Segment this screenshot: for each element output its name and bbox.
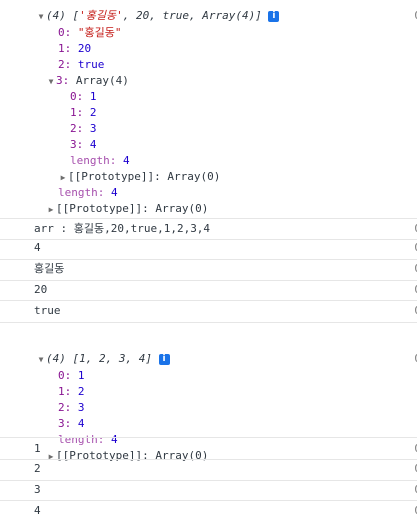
divider xyxy=(0,500,417,501)
divider xyxy=(0,218,417,219)
collapse-triangle-icon[interactable]: ▶ xyxy=(46,201,56,219)
console-message: 3 xyxy=(34,483,41,496)
divider xyxy=(0,437,417,438)
prototype-row[interactable]: ▶ [[Prototype]]: Array(0) xyxy=(46,447,209,466)
array-summary-row[interactable]: ▼ (4) [1, 2, 3, 4] i xyxy=(36,350,170,368)
prototype-row[interactable]: ▶ [[Prototype]]: Array(0) xyxy=(46,200,209,219)
info-icon[interactable]: i xyxy=(268,10,280,22)
divider xyxy=(0,322,417,323)
info-icon[interactable]: i xyxy=(158,353,170,365)
divider xyxy=(0,280,417,281)
array-summary-row[interactable]: ▼ (4) ['홍길동', 20, true, Array(4)] i xyxy=(36,7,280,26)
console-message: true xyxy=(34,304,61,317)
divider xyxy=(0,239,417,240)
expand-triangle-icon[interactable]: ▼ xyxy=(36,351,46,369)
console-message: 1 xyxy=(34,442,41,455)
collapse-triangle-icon[interactable]: ▶ xyxy=(46,448,56,466)
expand-triangle-icon[interactable]: ▼ xyxy=(46,73,56,91)
expand-triangle-icon[interactable]: ▼ xyxy=(36,8,46,26)
console-message: arr : 홍길동,20,true,1,2,3,4 xyxy=(34,222,211,235)
console-message: 4 xyxy=(34,504,41,517)
divider xyxy=(0,480,417,481)
console-message: 2 xyxy=(34,462,41,475)
console-message: 4 xyxy=(34,241,41,254)
divider xyxy=(0,300,417,301)
divider xyxy=(0,459,417,460)
console-message: 홍길동 xyxy=(34,262,65,275)
console-message: 20 xyxy=(34,283,48,296)
